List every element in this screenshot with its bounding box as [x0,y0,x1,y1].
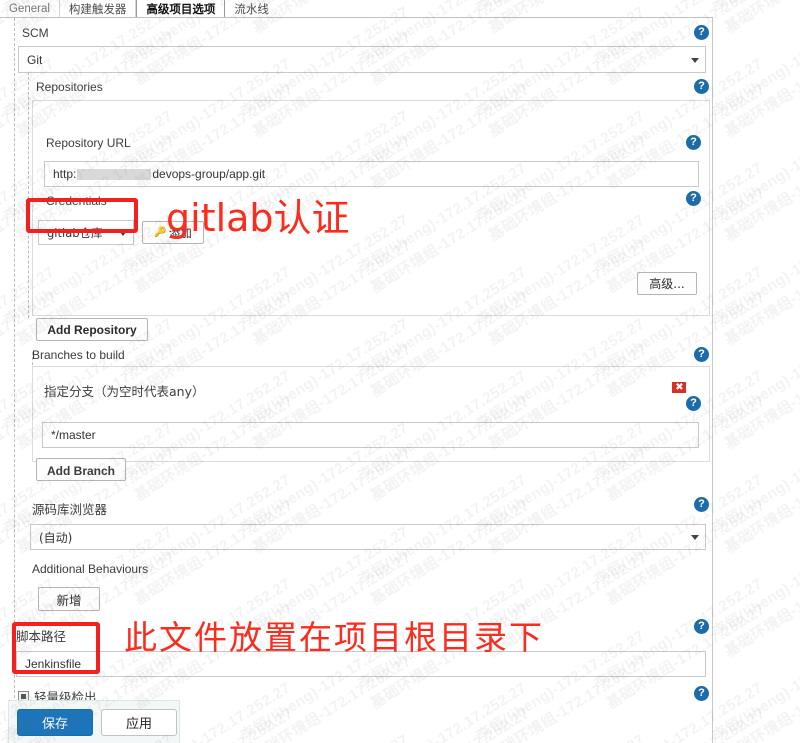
scm-label: SCM [22,26,49,40]
branches-help-icon[interactable]: ? [694,347,709,362]
scm-select[interactable]: Git [18,46,706,73]
repository-entry-panel [32,100,710,316]
repository-url-suffix: devops-group/app.git [152,167,266,181]
apply-button-label: 应用 [125,717,152,732]
config-tab-bar: General 构建触发器 高级项目选项 流水线 [0,0,713,18]
credentials-help-icon[interactable]: ? [686,191,701,206]
tab-general-label: General [9,2,50,15]
screenshot-root: General 构建触发器 高级项目选项 流水线 SCM ? Git Repos… [0,0,800,743]
branches-to-build-label: Branches to build [32,348,125,362]
form-action-bar: 保存 应用 [8,700,180,743]
add-repository-label: Add Repository [47,322,137,337]
scm-select-value: Git [27,52,43,67]
branch-specifier-value: */master [51,428,96,442]
form-indent-guide-level2 [28,72,29,318]
tab-pipeline-label: 流水线 [234,3,269,16]
repository-url-prefix: http: [53,167,77,181]
tab-advanced-project-options[interactable]: 高级项目选项 [136,0,226,17]
add-credentials-label: 添加 [168,225,192,240]
page-right-margin [713,0,800,743]
tab-advanced-project-options-label: 高级项目选项 [146,3,216,16]
save-button[interactable]: 保存 [17,709,93,736]
script-path-help-icon[interactable]: ? [694,619,709,634]
repository-browser-select[interactable]: (自动) [30,524,706,550]
delete-branch-icon[interactable]: ✖ [672,382,686,393]
repository-url-label: Repository URL [46,136,131,150]
add-credentials-button[interactable]: 🔑 添加 [142,221,204,244]
repository-browser-value: (自动) [39,530,73,545]
tab-general[interactable]: General [0,0,60,17]
script-path-value: Jenkinsfile [25,657,82,671]
repository-browser-label: 源码库浏览器 [32,502,108,517]
chevron-down-icon [691,535,699,540]
branch-specifier-label: 指定分支（为空时代表any） [44,384,205,399]
repository-advanced-label: 高级... [649,277,685,291]
key-icon: 🔑 [154,227,167,238]
repository-url-help-icon[interactable]: ? [686,135,701,150]
form-indent-guide-level1 [14,18,15,718]
repository-advanced-button[interactable]: 高级... [637,272,697,295]
tab-pipeline[interactable]: 流水线 [225,0,278,17]
chevron-down-icon [119,230,127,236]
repositories-label: Repositories [36,80,103,94]
branch-specifier-input[interactable]: */master [42,422,699,448]
scm-help-icon[interactable]: ? [694,25,709,40]
repositories-help-icon[interactable]: ? [694,79,709,94]
add-repository-button[interactable]: Add Repository [36,318,148,341]
lightweight-checkout-help-icon[interactable]: ? [694,686,709,701]
repository-url-input[interactable]: http: devops-group/app.git [44,161,699,187]
script-path-input[interactable]: Jenkinsfile [16,651,706,677]
save-button-label: 保存 [41,717,68,732]
add-branch-label: Add Branch [47,464,116,478]
additional-behaviours-label: Additional Behaviours [32,562,149,576]
apply-button[interactable]: 应用 [101,709,177,736]
credentials-select-value: gitlab仓库 [47,225,103,240]
pipeline-scm-form: SCM ? Git Repositories ? Repository URL … [0,18,713,743]
tab-build-triggers-label: 构建触发器 [68,3,127,16]
repository-browser-help-icon[interactable]: ? [694,497,709,512]
add-behaviour-button[interactable]: 新增 [38,587,100,611]
tab-build-triggers[interactable]: 构建触发器 [60,0,137,17]
credentials-select[interactable]: gitlab仓库 [38,220,134,245]
credentials-label: Credentials [46,194,107,208]
repository-url-redacted-host [77,168,152,180]
chevron-down-icon [691,57,699,63]
add-behaviour-label: 新增 [56,592,82,608]
script-path-label: 脚本路径 [16,629,67,644]
branch-specifier-help-icon[interactable]: ? [686,396,701,411]
